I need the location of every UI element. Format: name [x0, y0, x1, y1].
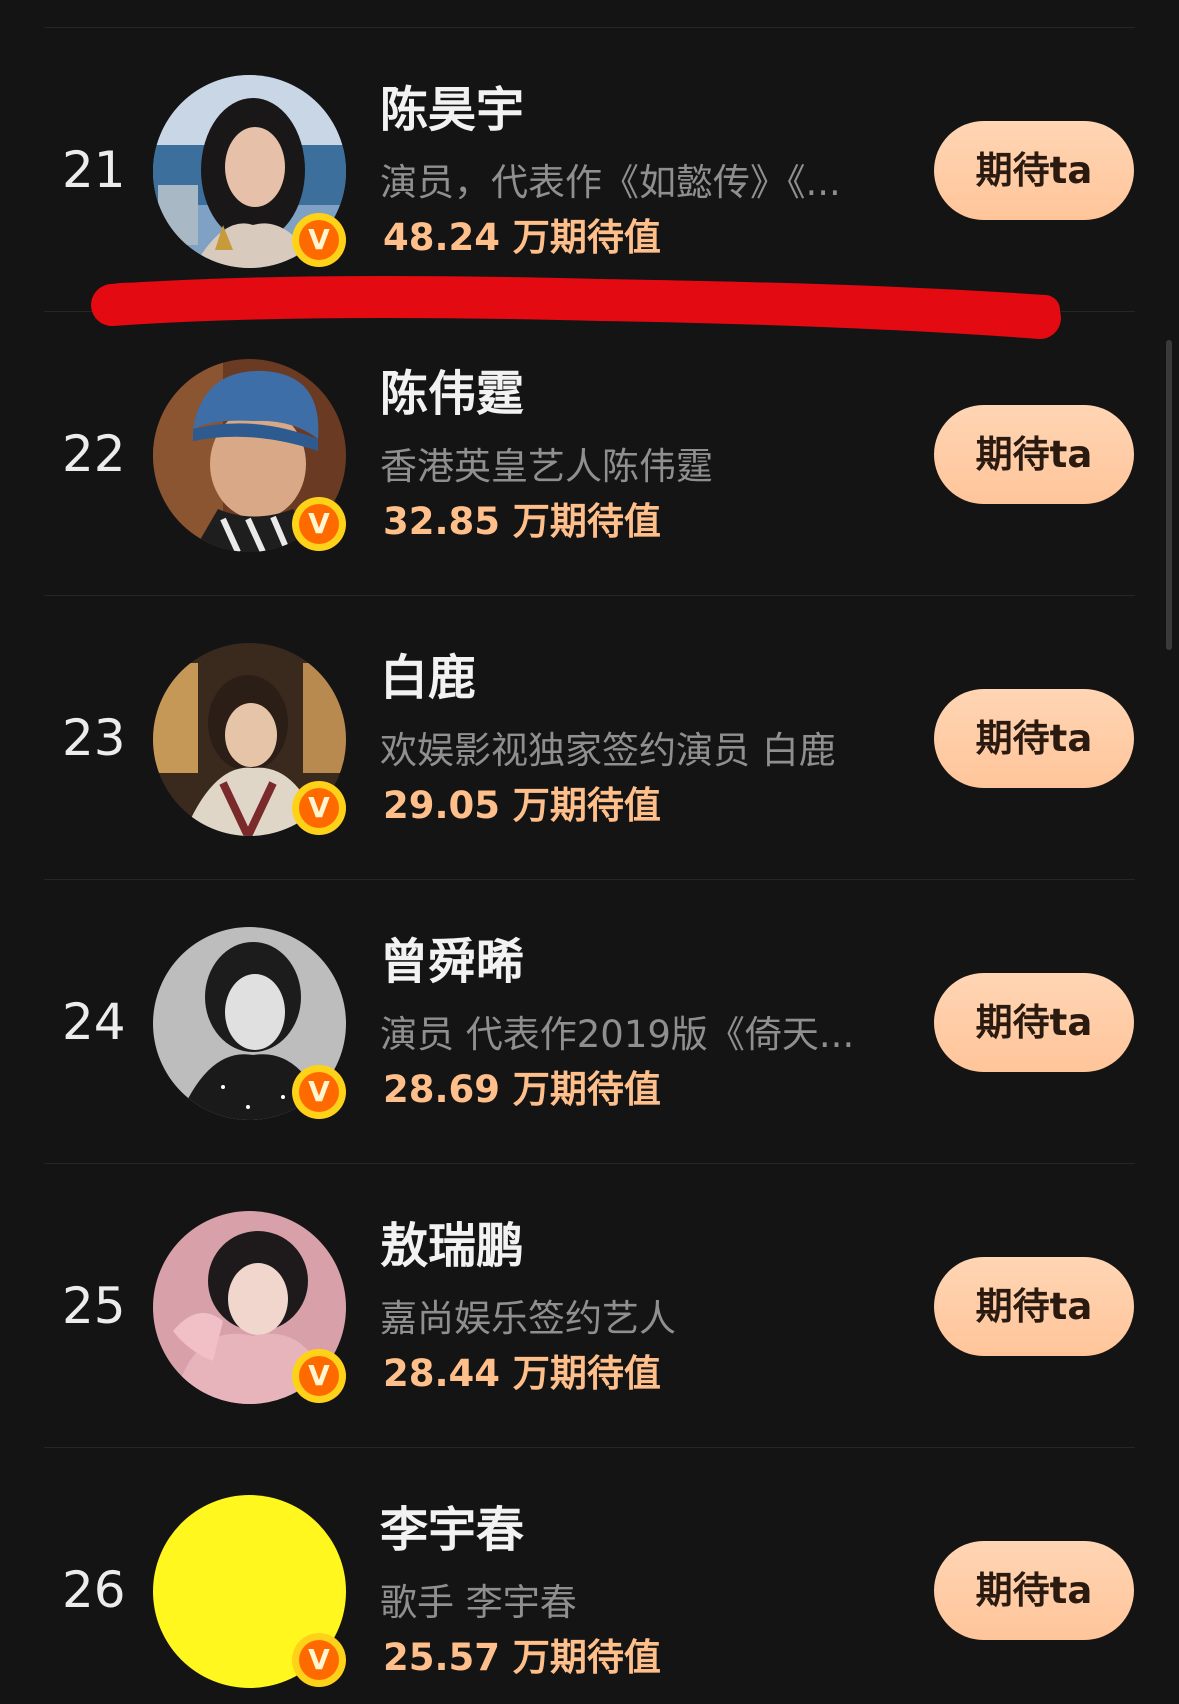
verified-v: V	[299, 1356, 339, 1396]
artist-description: 嘉尚娱乐签约艺人	[380, 1297, 676, 1340]
rank-number: 22	[62, 425, 126, 483]
artist-description: 演员 代表作2019版《倚天...	[380, 1013, 855, 1056]
artist-description: 欢娱影视独家签约演员 白鹿	[380, 729, 836, 772]
list-item[interactable]: 25 V 敖瑞鹏 嘉尚娱乐签约艺人 28.44 万期待值 期待ta	[0, 1136, 1179, 1420]
verified-badge-icon: V	[292, 1349, 346, 1403]
score-suffix: 万期待值	[500, 500, 661, 543]
ranking-list: 21 V 陈昊宇 演员，代表作《如懿传》《... 48.24 万期待值 期待ta…	[0, 0, 1179, 1699]
list-item[interactable]: 24 V 曾舜晞 演员 代表作2019版《倚天... 28.69 万期待值 期待…	[0, 852, 1179, 1136]
score-suffix: 万期待值	[500, 1068, 661, 1111]
red-annotation-stroke	[91, 275, 1061, 339]
expectation-score: 32.85 万期待值	[383, 499, 661, 545]
score-value: 29.05	[383, 784, 501, 827]
expect-button[interactable]: 期待ta	[934, 121, 1134, 220]
expect-button[interactable]: 期待ta	[934, 405, 1134, 504]
row-divider	[44, 27, 1135, 28]
expect-button[interactable]: 期待ta	[934, 973, 1134, 1072]
score-value: 28.44	[383, 1352, 501, 1395]
list-item[interactable]: 21 V 陈昊宇 演员，代表作《如懿传》《... 48.24 万期待值 期待ta	[0, 0, 1179, 284]
artist-description: 歌手 李宇春	[380, 1581, 577, 1624]
rank-number: 21	[62, 141, 126, 199]
verified-badge-icon: V	[292, 497, 346, 551]
artist-description: 香港英皇艺人陈伟霆	[380, 445, 713, 488]
row-divider	[44, 1163, 1135, 1164]
verified-v: V	[299, 1640, 339, 1680]
list-item[interactable]: 23 V 白鹿 欢娱影视独家签约演员 白鹿 29.05 万期待值 期待ta	[0, 568, 1179, 852]
score-value: 28.69	[383, 1068, 501, 1111]
expectation-score: 28.69 万期待值	[383, 1067, 661, 1113]
verified-v: V	[299, 220, 339, 260]
rank-number: 23	[62, 709, 126, 767]
artist-name: 白鹿	[380, 650, 477, 706]
verified-badge-icon: V	[292, 781, 346, 835]
artist-name: 陈昊宇	[380, 82, 525, 138]
rank-number: 24	[62, 993, 126, 1051]
score-suffix: 万期待值	[500, 216, 661, 259]
score-suffix: 万期待值	[500, 1636, 661, 1679]
artist-description: 演员，代表作《如懿传》《...	[380, 161, 841, 204]
score-value: 32.85	[383, 500, 501, 543]
verified-badge-icon: V	[292, 1065, 346, 1119]
score-value: 48.24	[383, 216, 501, 259]
artist-name: 敖瑞鹏	[380, 1218, 525, 1274]
expectation-score: 28.44 万期待值	[383, 1351, 661, 1397]
score-suffix: 万期待值	[500, 1352, 661, 1395]
verified-badge-icon: V	[292, 1633, 346, 1687]
verified-v: V	[299, 504, 339, 544]
rank-number: 26	[62, 1561, 126, 1619]
expectation-score: 25.57 万期待值	[383, 1635, 661, 1681]
score-value: 25.57	[383, 1636, 501, 1679]
expect-button[interactable]: 期待ta	[934, 1541, 1134, 1640]
verified-v: V	[299, 1072, 339, 1112]
expect-button[interactable]: 期待ta	[934, 689, 1134, 788]
verified-badge-icon: V	[292, 213, 346, 267]
row-divider	[44, 595, 1135, 596]
expectation-score: 48.24 万期待值	[383, 215, 661, 261]
score-suffix: 万期待值	[500, 784, 661, 827]
row-divider	[44, 1447, 1135, 1448]
expect-button[interactable]: 期待ta	[934, 1257, 1134, 1356]
row-divider	[44, 879, 1135, 880]
rank-number: 25	[62, 1277, 126, 1335]
scrollbar[interactable]	[1166, 340, 1172, 650]
expectation-score: 29.05 万期待值	[383, 783, 661, 829]
list-item[interactable]: 26 V 李宇春 歌手 李宇春 25.57 万期待值 期待ta	[0, 1420, 1179, 1704]
verified-v: V	[299, 788, 339, 828]
artist-name: 曾舜晞	[380, 934, 525, 990]
artist-name: 李宇春	[380, 1502, 525, 1558]
artist-name: 陈伟霆	[380, 366, 525, 422]
